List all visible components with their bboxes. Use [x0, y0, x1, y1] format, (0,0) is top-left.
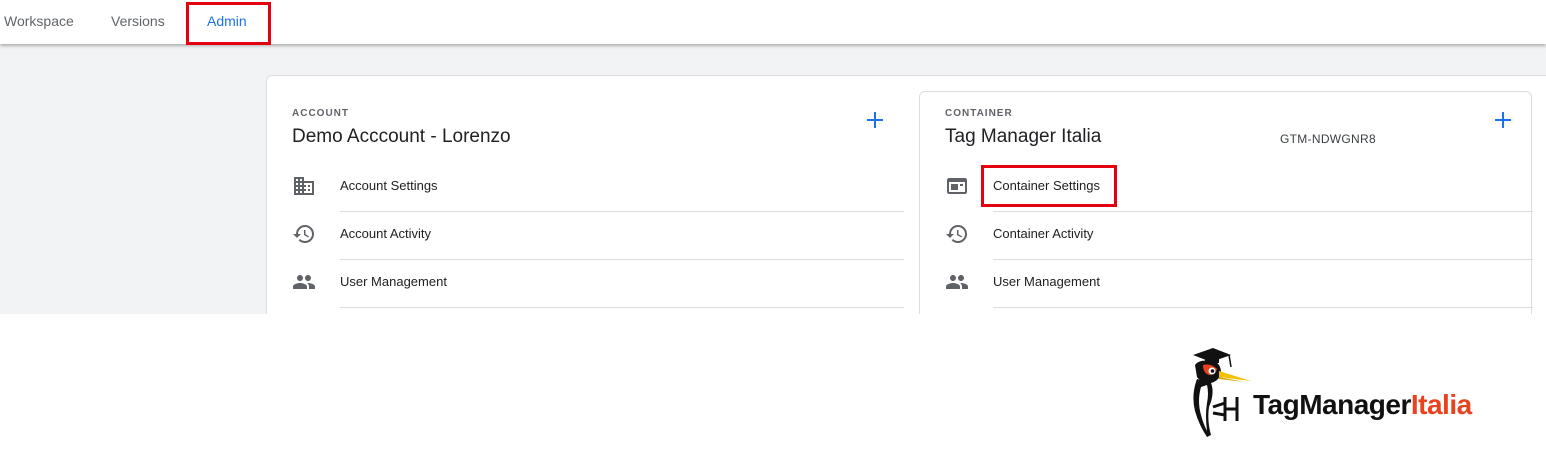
container-user-management-item[interactable]: User Management — [945, 258, 1533, 306]
tab-admin[interactable]: Admin — [207, 0, 247, 42]
account-user-management-label: User Management — [340, 274, 447, 289]
woodpecker-mascot-icon — [1193, 348, 1251, 437]
building-icon — [294, 177, 314, 195]
account-user-management-item[interactable]: User Management — [292, 258, 904, 306]
container-settings-item[interactable]: Container Settings — [945, 162, 1533, 210]
container-name: Tag Manager Italia — [945, 126, 1102, 147]
brand-wordmark-part1: TagManager — [1253, 389, 1411, 420]
people-icon — [293, 275, 315, 289]
container-user-management-label: User Management — [993, 274, 1100, 289]
container-activity-label: Container Activity — [993, 226, 1094, 241]
add-account-icon[interactable] — [865, 110, 885, 130]
divider — [340, 307, 904, 308]
container-section-label: CONTAINER — [945, 108, 1013, 119]
container-id: GTM-NDWGNR8 — [1280, 132, 1376, 146]
history-icon — [293, 225, 314, 243]
account-section-label: ACCOUNT — [292, 108, 349, 119]
history-icon — [946, 225, 967, 243]
people-icon — [946, 275, 968, 289]
account-activity-label: Account Activity — [340, 226, 432, 241]
account-settings-item[interactable]: Account Settings — [292, 162, 904, 210]
container-card: CONTAINER Tag Manager Italia GTM-NDWGNR8… — [919, 91, 1533, 314]
admin-content-area: ACCOUNT Demo Acccount - Lorenzo Account … — [0, 44, 1546, 314]
account-name: Demo Acccount - Lorenzo — [292, 126, 511, 147]
account-activity-item[interactable]: Account Activity — [292, 210, 904, 258]
brand-wordmark-part2: Italia — [1410, 389, 1472, 420]
top-nav-bar: Workspace Versions Admin — [0, 0, 1546, 45]
tab-workspace[interactable]: Workspace — [4, 0, 74, 42]
brand-wordmark: TagManagerItalia — [1253, 389, 1472, 421]
divider — [993, 307, 1533, 308]
container-icon — [947, 178, 967, 194]
add-container-icon[interactable] — [1493, 110, 1513, 130]
container-settings-label: Container Settings — [993, 178, 1100, 193]
tab-versions[interactable]: Versions — [111, 0, 165, 42]
container-activity-item[interactable]: Container Activity — [945, 210, 1533, 258]
account-settings-label: Account Settings — [340, 178, 438, 193]
tag-manager-italia-logo: TagManagerItalia — [1185, 345, 1515, 440]
